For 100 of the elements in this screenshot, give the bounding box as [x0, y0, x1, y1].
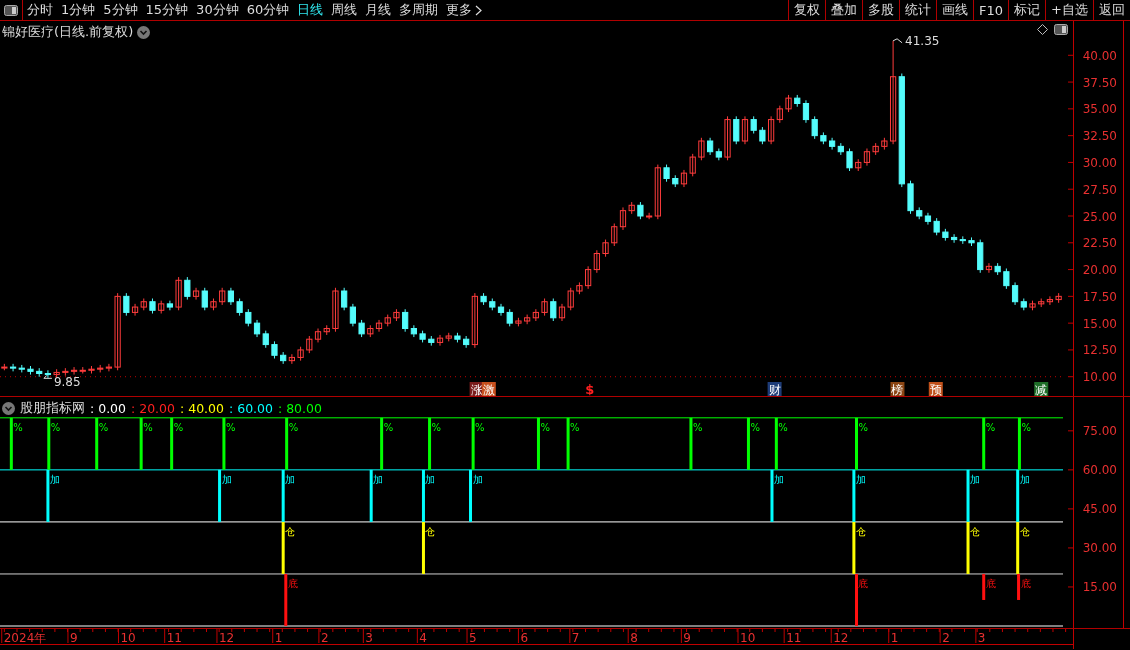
axis-label: 10.00 [1082, 370, 1117, 385]
axis-label: 22.50 [1082, 236, 1117, 251]
candlestick [759, 126, 766, 145]
signal-label: 加 [49, 473, 60, 485]
toolbar-button[interactable]: F10 [973, 0, 1009, 20]
event-tag[interactable]: 预 [928, 382, 943, 396]
toolbar-button[interactable]: 标记 [1008, 0, 1046, 20]
panel-toggle-icon[interactable] [1054, 24, 1068, 35]
date-axis-label: 3 [365, 631, 373, 645]
toolbar-button[interactable]: 复权 [788, 0, 826, 20]
event-tag[interactable]: 涨 [469, 382, 484, 396]
period-tab[interactable]: 1分钟 [57, 0, 100, 20]
date-axis-label: 4 [419, 631, 427, 645]
date-axis-label: 7 [571, 631, 580, 645]
candlestick [515, 317, 522, 327]
panel-toggle-icon[interactable] [4, 4, 18, 16]
toolbar-button[interactable]: 统计 [899, 0, 937, 20]
event-tag[interactable]: 激 [481, 382, 496, 396]
period-tab[interactable]: 更多 [442, 0, 487, 20]
signal-label: % [288, 421, 299, 433]
signal-label: % [143, 421, 153, 433]
axis-label: 40.00 [1082, 48, 1117, 63]
signal-label: % [173, 421, 184, 433]
axis-label: 27.50 [1082, 182, 1117, 197]
event-tag[interactable]: 减 [1034, 382, 1049, 396]
axis-label: 32.50 [1082, 129, 1117, 144]
signal-label: % [985, 421, 996, 433]
toolbar-button[interactable]: 画线 [936, 0, 974, 20]
date-axis-label: 6 [520, 631, 529, 645]
period-tab[interactable]: 30分钟 [192, 0, 243, 20]
signal-label: 加 [970, 473, 981, 485]
period-tab[interactable]: 日线 [293, 0, 328, 20]
period-tab[interactable]: 周线 [327, 0, 362, 20]
toolbar-button[interactable]: +自选 [1045, 0, 1093, 20]
signal-label: % [50, 421, 61, 433]
event-tag[interactable]: 财 [767, 382, 782, 396]
signal-label: 底 [858, 577, 869, 589]
candlestick [297, 346, 304, 362]
signal-label: % [778, 421, 788, 433]
diamond-icon[interactable] [1037, 24, 1048, 35]
signal-label: 加 [472, 473, 483, 485]
candlestick [210, 298, 217, 311]
axis-label: 37.50 [1082, 75, 1117, 90]
signal-label: % [475, 421, 485, 433]
date-axis-label: 8 [630, 631, 638, 645]
chevron-down-icon[interactable] [137, 25, 151, 39]
indicator-level: : 0.00 [90, 401, 127, 416]
signal-label: % [98, 421, 109, 433]
period-tab[interactable]: 多周期 [395, 0, 443, 20]
period-tab[interactable]: 月线 [361, 0, 396, 20]
period-tab[interactable]: 分时 [23, 0, 57, 20]
toolbar-button[interactable]: 返回 [1093, 0, 1130, 20]
date-axis-label: 12 [218, 631, 235, 645]
chart-title: 锦好医疗(日线.前复权) [2, 23, 134, 41]
period-tab[interactable]: 60分钟 [242, 0, 294, 20]
signal-label: 加 [373, 473, 384, 485]
signal-label: 加 [774, 473, 784, 485]
signal-label: % [1021, 421, 1031, 433]
candlestick [663, 164, 670, 183]
signal-label: 加 [221, 473, 232, 485]
chevron-down-icon[interactable] [2, 402, 15, 415]
axis-label: 30.00 [1082, 541, 1117, 556]
signal-label: 仓 [425, 525, 436, 537]
date-axis-label: 9 [683, 631, 691, 645]
signal-label: 仓 [1019, 525, 1030, 537]
indicator-level: : 40.00 [180, 401, 224, 416]
signal-label: 底 [985, 577, 996, 589]
low-price-label: 9.85 [53, 375, 81, 390]
candlestick [785, 94, 792, 113]
high-price-label: 41.35 [905, 33, 940, 48]
axis-label: 45.00 [1082, 502, 1117, 517]
candlestick [358, 319, 365, 338]
candlestick [541, 298, 548, 317]
candlestick [27, 365, 34, 376]
indicator-level: : 60.00 [229, 401, 273, 416]
date-axis-label: 2024年 [3, 631, 47, 645]
period-tab[interactable]: 5分钟 [99, 0, 142, 20]
date-axis-label: 9 [69, 631, 78, 645]
candlestick [637, 201, 644, 220]
candlestick [846, 148, 853, 172]
signal-label: 底 [1020, 577, 1031, 589]
signal-label: 加 [425, 473, 436, 485]
date-axis-label: 3 [977, 631, 986, 645]
candlestick [1029, 300, 1036, 311]
signal-label: % [431, 421, 442, 433]
indicator-level: : 20.00 [131, 401, 175, 416]
toolbar-button[interactable]: 叠加 [825, 0, 863, 20]
candlestick [576, 281, 583, 295]
signal-label: 加 [1019, 473, 1030, 485]
date-axis-label: 11 [786, 631, 802, 645]
date-axis-label: 11 [166, 631, 182, 645]
date-axis-label: 2 [942, 631, 950, 645]
axis-label: 30.00 [1082, 155, 1117, 170]
candlestick [602, 239, 609, 258]
axis-label: 25.00 [1082, 209, 1117, 224]
period-tab[interactable]: 15分钟 [141, 0, 193, 20]
event-tag[interactable]: 榜 [890, 382, 905, 396]
toolbar-button[interactable]: 多股 [862, 0, 900, 20]
candlestick [907, 180, 914, 215]
event-symbol[interactable]: $ [585, 382, 595, 396]
